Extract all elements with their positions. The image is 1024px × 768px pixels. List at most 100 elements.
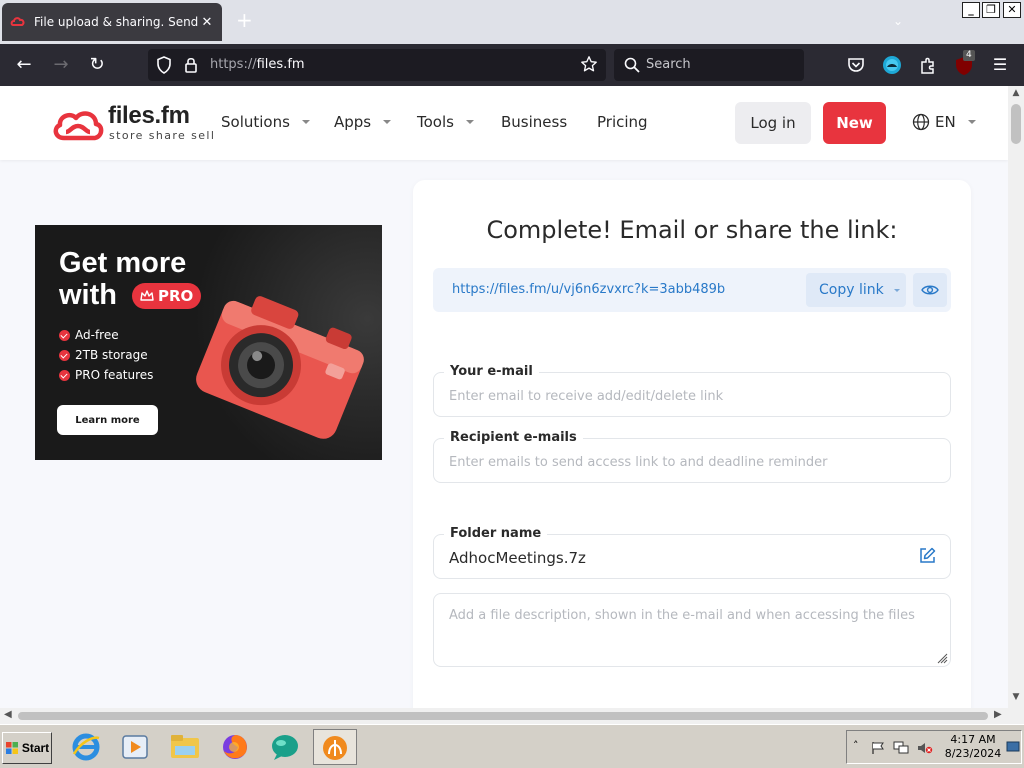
description-placeholder: Add a file description, shown in the e-m… (449, 608, 915, 623)
show-desktop-icon[interactable] (1006, 740, 1020, 754)
page-viewport: files.fm store share sell Solutions Apps… (0, 86, 1008, 708)
window-close-icon[interactable]: ✕ (1003, 2, 1021, 18)
logo-tagline: store share sell (109, 129, 216, 142)
recipient-emails-field[interactable]: Recipient e-mails Enter emails to send a… (433, 430, 951, 483)
network-icon[interactable] (893, 741, 909, 755)
new-tab-icon[interactable]: + (236, 10, 253, 30)
search-icon (624, 57, 640, 73)
clock[interactable]: 4:17 AM 8/23/2024 (941, 733, 1005, 761)
start-button[interactable]: Start (2, 732, 52, 764)
restore-icon[interactable]: ❐ (982, 2, 1000, 18)
ublock-count-badge: 4 (963, 50, 975, 61)
tracking-shield-icon[interactable] (156, 56, 172, 74)
nav-business[interactable]: Business (501, 113, 567, 131)
scroll-left-arrow-icon[interactable]: ◀ (4, 709, 12, 720)
ad-headline-line1: Get more (59, 247, 187, 279)
logo-wordmark: files.fm (108, 102, 190, 129)
nav-tools[interactable]: Tools (417, 113, 474, 131)
language-selector[interactable]: EN (912, 113, 976, 131)
nav-solutions-label: Solutions (221, 113, 290, 131)
reload-icon[interactable]: ↻ (86, 54, 108, 76)
windows-flag-icon (5, 742, 18, 754)
taskbar: Start ˄ 4:17 AM 8/23/2024 (0, 724, 1024, 768)
address-bar[interactable]: https://files.fm (148, 49, 606, 81)
folder-name-value[interactable]: AdhocMeetings.7z (449, 549, 586, 567)
scroll-right-arrow-icon[interactable]: ▶ (994, 709, 1002, 720)
login-button[interactable]: Log in (735, 102, 811, 144)
learn-more-button[interactable]: Learn more (57, 405, 158, 435)
clock-time: 4:17 AM (950, 733, 996, 746)
pocket-icon[interactable] (846, 55, 866, 75)
tray-expand-icon[interactable]: ˄ (853, 739, 859, 752)
description-textarea[interactable]: Add a file description, shown in the e-m… (433, 593, 951, 667)
cloud-logo-icon (53, 111, 104, 141)
nav-business-label: Business (501, 113, 568, 131)
vertical-scroll-thumb[interactable] (1011, 104, 1021, 144)
search-bar[interactable]: Search (614, 49, 804, 81)
browser-tab[interactable]: File upload & sharing. Send lar ✕ (2, 3, 222, 41)
vertical-scrollbar[interactable]: ▲ ▼ (1008, 86, 1024, 708)
nav-apps[interactable]: Apps (334, 113, 392, 131)
chevron-down-icon (893, 288, 900, 292)
action-center-flag-icon[interactable] (871, 741, 885, 755)
bookmark-star-icon[interactable] (580, 55, 598, 73)
archiver-app-icon[interactable] (313, 729, 357, 765)
share-link-box: https://files.fm/u/vj6n6zvxrc?k=3abb489b… (433, 268, 951, 312)
tab-strip: File upload & sharing. Send lar ✕ + ⌄ _ … (0, 0, 1024, 44)
pro-ad-banner[interactable]: Get more with PRO Ad-free 2TB storage PR… (35, 225, 382, 460)
scroll-up-arrow-icon[interactable]: ▲ (1008, 88, 1024, 102)
edit-pencil-icon[interactable] (919, 547, 936, 564)
check-icon (59, 369, 70, 381)
your-email-placeholder: Enter email to receive add/edit/delete l… (449, 389, 724, 404)
nav-solutions[interactable]: Solutions (221, 113, 310, 131)
copy-link-button[interactable]: Copy link (806, 273, 906, 307)
search-placeholder: Search (646, 57, 691, 72)
share-card: Complete! Email or share the link: https… (413, 180, 971, 708)
your-email-label: Your e-mail (444, 364, 539, 379)
resize-grip-icon[interactable] (936, 652, 948, 664)
chevron-down-icon (967, 120, 976, 124)
share-link[interactable]: https://files.fm/u/vj6n6zvxrc?k=3abb489b (452, 282, 725, 297)
account-icon[interactable] (882, 55, 902, 75)
list-tabs-chevron-icon[interactable]: ⌄ (893, 14, 903, 28)
horizontal-scroll-thumb[interactable] (18, 712, 988, 720)
ad-feature: Ad-free (59, 325, 153, 345)
nav-tools-label: Tools (417, 113, 454, 131)
hamburger-menu-icon[interactable]: ☰ (989, 54, 1011, 76)
back-arrow-icon[interactable]: ← (13, 54, 35, 76)
new-button[interactable]: New (823, 102, 886, 144)
language-label: EN (935, 113, 956, 131)
ad-feature-list: Ad-free 2TB storage PRO features (59, 325, 153, 385)
eye-icon (921, 285, 939, 295)
share-title: Complete! Email or share the link: (486, 216, 898, 244)
ad-feature: 2TB storage (59, 345, 153, 365)
globe-icon (912, 113, 930, 131)
preview-eye-button[interactable] (913, 273, 947, 307)
volume-muted-icon[interactable] (917, 741, 933, 755)
folder-name-label: Folder name (444, 526, 548, 541)
forward-arrow-icon[interactable]: → (50, 54, 72, 76)
file-explorer-icon[interactable] (163, 729, 207, 765)
media-player-icon[interactable] (113, 729, 157, 765)
firefox-icon[interactable] (213, 729, 257, 765)
tab-close-icon[interactable]: ✕ (200, 15, 214, 30)
your-email-field[interactable]: Your e-mail Enter email to receive add/e… (433, 364, 951, 417)
chat-app-icon[interactable] (263, 729, 307, 765)
files-fm-logo[interactable]: files.fm store share sell (52, 102, 214, 146)
extensions-icon[interactable] (918, 55, 938, 75)
minimize-icon[interactable]: _ (962, 2, 980, 18)
lock-icon[interactable] (184, 56, 198, 74)
scrollbar-corner (1008, 708, 1024, 724)
scroll-down-arrow-icon[interactable]: ▼ (1008, 692, 1024, 706)
folder-name-field[interactable]: Folder name AdhocMeetings.7z (433, 526, 951, 579)
chevron-down-icon (383, 120, 392, 124)
ublock-icon[interactable]: 4 (952, 50, 976, 77)
internet-explorer-icon[interactable] (64, 729, 108, 765)
url-text[interactable]: https://files.fm (210, 57, 305, 72)
nav-pricing[interactable]: Pricing (597, 113, 648, 131)
check-icon (59, 329, 70, 341)
chevron-down-icon (301, 120, 310, 124)
recipient-emails-placeholder: Enter emails to send access link to and … (449, 455, 828, 470)
recipient-emails-label: Recipient e-mails (444, 430, 583, 445)
horizontal-scrollbar[interactable]: ◀ ▶ (0, 708, 1008, 724)
